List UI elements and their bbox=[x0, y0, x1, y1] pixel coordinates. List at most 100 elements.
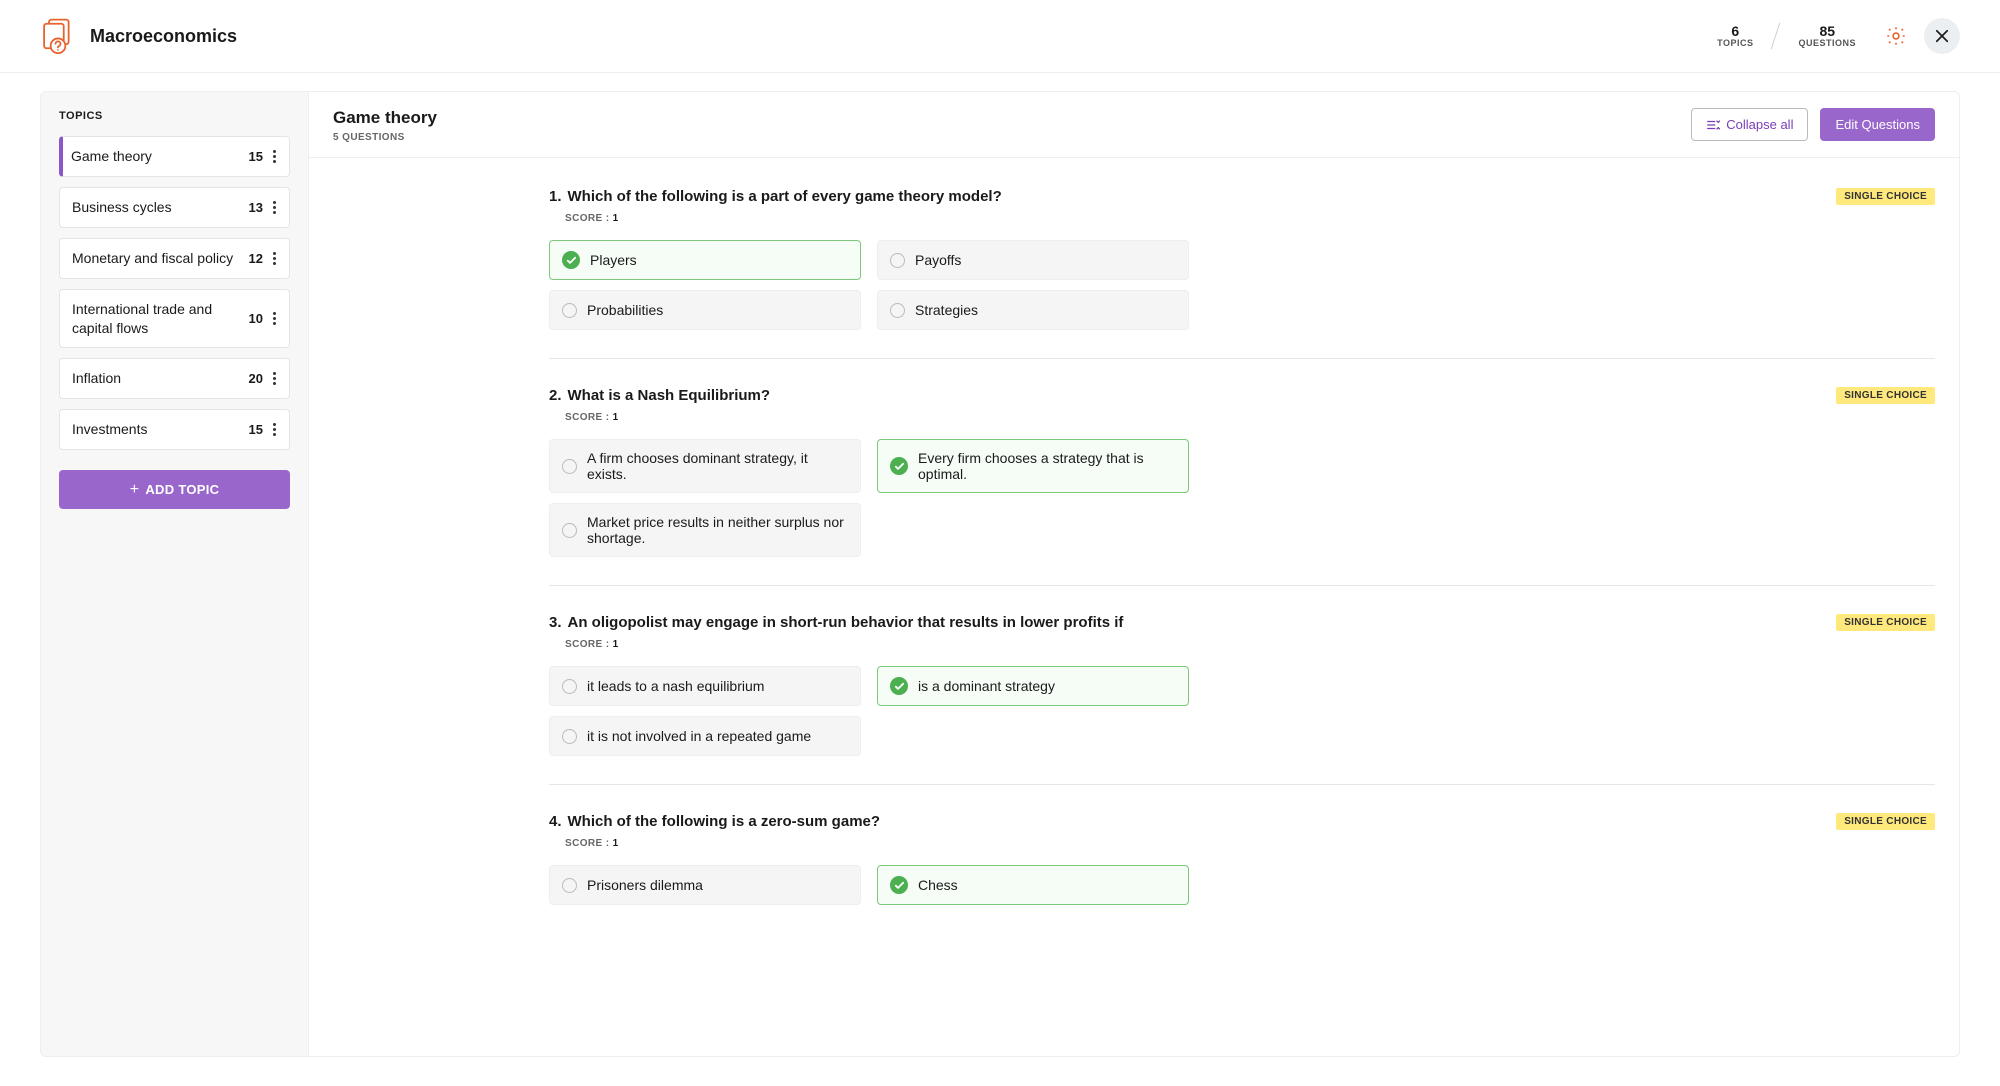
main-panel: Topics Game theory15Business cycles13Mon… bbox=[40, 91, 1960, 1057]
question-type-badge: SINGLE CHOICE bbox=[1836, 813, 1935, 830]
radio-icon bbox=[890, 303, 905, 318]
edit-questions-button[interactable]: Edit Questions bbox=[1820, 108, 1935, 141]
answer-option[interactable]: it is not involved in a repeated game bbox=[549, 716, 861, 756]
question: 3. An oligopolist may engage in short-run… bbox=[549, 585, 1935, 756]
answer-option[interactable]: Chess bbox=[877, 865, 1189, 905]
stat-questions: 85 Questions bbox=[1798, 24, 1856, 48]
question: 2.What is a Nash Equilibrium?SINGLE CHOI… bbox=[549, 358, 1935, 557]
answer-option[interactable]: Market price results in neither surplus … bbox=[549, 503, 861, 557]
stat-questions-count: 85 bbox=[1798, 24, 1856, 38]
topic-name: International trade and capital flows bbox=[72, 300, 249, 338]
answer-label: Payoffs bbox=[915, 252, 961, 268]
collapse-icon bbox=[1706, 118, 1720, 132]
answer-option[interactable]: it leads to a nash equilibrium bbox=[549, 666, 861, 706]
stat-topics-label: Topics bbox=[1717, 38, 1753, 48]
topic-menu-button[interactable] bbox=[273, 372, 277, 385]
answer-option[interactable]: Every firm chooses a strategy that is op… bbox=[877, 439, 1189, 493]
question-number: 3. bbox=[549, 614, 562, 631]
check-icon bbox=[562, 251, 580, 269]
sidebar-item-topic[interactable]: Investments15 bbox=[59, 409, 290, 450]
radio-icon bbox=[562, 679, 577, 694]
close-button[interactable] bbox=[1924, 18, 1960, 54]
question: 1. Which of the following is a part of ev… bbox=[549, 188, 1935, 330]
topic-name: Inflation bbox=[72, 369, 249, 388]
topic-count: 15 bbox=[249, 149, 263, 164]
collapse-all-label: Collapse all bbox=[1726, 117, 1793, 132]
check-icon bbox=[890, 876, 908, 894]
question-number: 1. bbox=[549, 188, 562, 205]
question-type-badge: SINGLE CHOICE bbox=[1836, 387, 1935, 404]
question-text: Which of the following is a part of ever… bbox=[568, 188, 1817, 205]
radio-icon bbox=[890, 253, 905, 268]
topic-menu-button[interactable] bbox=[273, 312, 277, 325]
answer-label: Probabilities bbox=[587, 302, 663, 318]
sidebar: Topics Game theory15Business cycles13Mon… bbox=[41, 92, 309, 1056]
question-score: Score : 1 bbox=[565, 412, 1935, 423]
question-list: 1. Which of the following is a part of ev… bbox=[309, 158, 1959, 1056]
answer-label: Market price results in neither surplus … bbox=[587, 514, 848, 546]
page-header: Macroeconomics 6 Topics 85 Questions bbox=[0, 0, 2000, 73]
stat-separator bbox=[1771, 23, 1780, 49]
sidebar-heading: Topics bbox=[59, 110, 290, 122]
add-topic-button[interactable]: + ADD TOPIC bbox=[59, 470, 290, 509]
topic-name: Monetary and fiscal policy bbox=[72, 249, 249, 268]
answer-label: Strategies bbox=[915, 302, 978, 318]
question-options: A firm chooses dominant strategy, it exi… bbox=[549, 439, 1189, 557]
question-options: it leads to a nash equilibrium is a domin… bbox=[549, 666, 1189, 756]
question-number: 4. bbox=[549, 813, 562, 830]
topic-menu-button[interactable] bbox=[273, 201, 277, 214]
answer-label: is a dominant strategy bbox=[918, 678, 1055, 694]
answer-option[interactable]: A firm chooses dominant strategy, it exi… bbox=[549, 439, 861, 493]
topic-count: 13 bbox=[249, 200, 263, 215]
question-score: Score : 1 bbox=[565, 838, 1935, 849]
topic-name: Investments bbox=[72, 420, 249, 439]
edit-questions-label: Edit Questions bbox=[1835, 117, 1920, 132]
check-icon bbox=[890, 677, 908, 695]
sidebar-item-topic[interactable]: International trade and capital flows10 bbox=[59, 289, 290, 349]
answer-option[interactable]: Players bbox=[549, 240, 861, 280]
sidebar-item-topic[interactable]: Game theory15 bbox=[59, 136, 290, 177]
topic-name: Business cycles bbox=[72, 198, 249, 217]
topic-count: 15 bbox=[249, 422, 263, 437]
topic-name: Game theory bbox=[71, 147, 249, 166]
content-panel: Game theory 5 questions Collapse all Edi… bbox=[309, 92, 1959, 1056]
question-text: An oligopolist may engage in short-run b… bbox=[568, 614, 1817, 631]
answer-label: Every firm chooses a strategy that is op… bbox=[918, 450, 1176, 482]
content-title: Game theory bbox=[333, 108, 1691, 128]
answer-label: Prisoners dilemma bbox=[587, 877, 703, 893]
stat-questions-label: Questions bbox=[1798, 38, 1856, 48]
sidebar-item-topic[interactable]: Monetary and fiscal policy12 bbox=[59, 238, 290, 279]
topic-count: 10 bbox=[249, 311, 263, 326]
answer-option[interactable]: Probabilities bbox=[549, 290, 861, 330]
answer-label: it leads to a nash equilibrium bbox=[587, 678, 764, 694]
collapse-all-button[interactable]: Collapse all bbox=[1691, 108, 1808, 141]
sidebar-item-topic[interactable]: Inflation20 bbox=[59, 358, 290, 399]
topic-menu-button[interactable] bbox=[273, 150, 277, 163]
course-title: Macroeconomics bbox=[90, 26, 1717, 47]
check-icon bbox=[890, 457, 908, 475]
radio-icon bbox=[562, 729, 577, 744]
question: 4. Which of the following is a zero-sum g… bbox=[549, 784, 1935, 905]
answer-label: it is not involved in a repeated game bbox=[587, 728, 811, 744]
sidebar-item-topic[interactable]: Business cycles13 bbox=[59, 187, 290, 228]
close-icon bbox=[1933, 27, 1951, 45]
topic-count: 20 bbox=[249, 371, 263, 386]
topic-menu-button[interactable] bbox=[273, 423, 277, 436]
answer-label: Chess bbox=[918, 877, 958, 893]
answer-label: A firm chooses dominant strategy, it exi… bbox=[587, 450, 848, 482]
question-type-badge: SINGLE CHOICE bbox=[1836, 188, 1935, 205]
answer-option[interactable]: is a dominant strategy bbox=[877, 666, 1189, 706]
question-text: Which of the following is a zero-sum gam… bbox=[568, 813, 1817, 830]
topic-list: Game theory15Business cycles13Monetary a… bbox=[59, 136, 290, 450]
topic-count: 12 bbox=[249, 251, 263, 266]
content-header: Game theory 5 questions Collapse all Edi… bbox=[309, 92, 1959, 158]
radio-icon bbox=[562, 303, 577, 318]
header-stats: 6 Topics 85 Questions bbox=[1717, 23, 1856, 49]
answer-option[interactable]: Payoffs bbox=[877, 240, 1189, 280]
answer-label: Players bbox=[590, 252, 637, 268]
answer-option[interactable]: Prisoners dilemma bbox=[549, 865, 861, 905]
answer-option[interactable]: Strategies bbox=[877, 290, 1189, 330]
topic-menu-button[interactable] bbox=[273, 252, 277, 265]
radio-icon bbox=[562, 523, 577, 538]
settings-button[interactable] bbox=[1878, 18, 1914, 54]
